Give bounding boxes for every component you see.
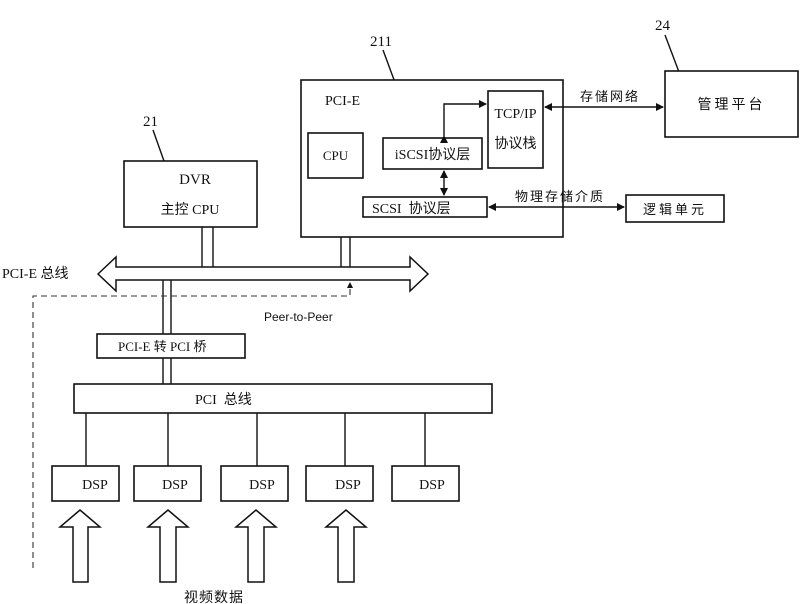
scsi-layer-label: SCSI 协议层	[372, 201, 451, 217]
dsp-label: DSP	[249, 478, 275, 493]
iscsi-layer-label: iSCSI协议层	[395, 147, 470, 163]
dvr-label: DVR	[179, 172, 211, 188]
video-input-arrow	[57, 509, 103, 583]
management-platform-label: 管理平台	[698, 97, 766, 113]
architecture-diagram: 211 24 21 PCI-E CPU iSCSI协议层 TCP/IP 协议栈 …	[2, 18, 799, 604]
dsp-group-1: DSP	[51, 413, 120, 583]
pcie-bus-label: PCI-E 总线	[2, 266, 69, 282]
ref-label-211: 211	[370, 34, 392, 50]
pci-bus-label: PCI 总线	[195, 392, 252, 408]
video-input-arrow	[323, 509, 369, 583]
pci-bus-box	[73, 383, 493, 414]
storage-network-label: 存储网络	[580, 89, 640, 104]
video-data-label: 视频数据	[184, 590, 244, 604]
dvr-cpu-label: 主控 CPU	[161, 202, 220, 218]
ref-label-21: 21	[143, 114, 158, 130]
physical-storage-label: 物理存储介质	[515, 189, 605, 204]
dsp-group-5: DSP	[391, 413, 460, 502]
pcie-bus-arrow	[96, 255, 430, 293]
logical-unit-label: 逻辑单元	[643, 202, 707, 217]
dsp-label: DSP	[82, 478, 108, 493]
card-cpu-label: CPU	[323, 148, 349, 163]
dsp-group-2: DSP	[133, 413, 202, 583]
dsp-label: DSP	[419, 478, 445, 493]
dsp-label: DSP	[335, 478, 361, 493]
pcie-card-title: PCI-E	[325, 94, 360, 109]
bridge-label: PCI-E 转 PCI 桥	[118, 339, 206, 354]
peer-to-peer-arrowhead	[347, 282, 353, 288]
video-input-arrow	[145, 509, 191, 583]
ref-label-24: 24	[655, 18, 671, 34]
dsp-group-4: DSP	[305, 413, 374, 583]
tcpip-stack-label-1: TCP/IP	[494, 107, 536, 122]
video-input-arrow	[233, 509, 279, 583]
peer-to-peer-label: Peer-to-Peer	[264, 310, 333, 324]
tcpip-stack-label-2: 协议栈	[495, 136, 537, 152]
tcpip-stack-box	[487, 90, 544, 169]
dsp-label: DSP	[162, 478, 188, 493]
dsp-group-3: DSP	[220, 413, 289, 583]
